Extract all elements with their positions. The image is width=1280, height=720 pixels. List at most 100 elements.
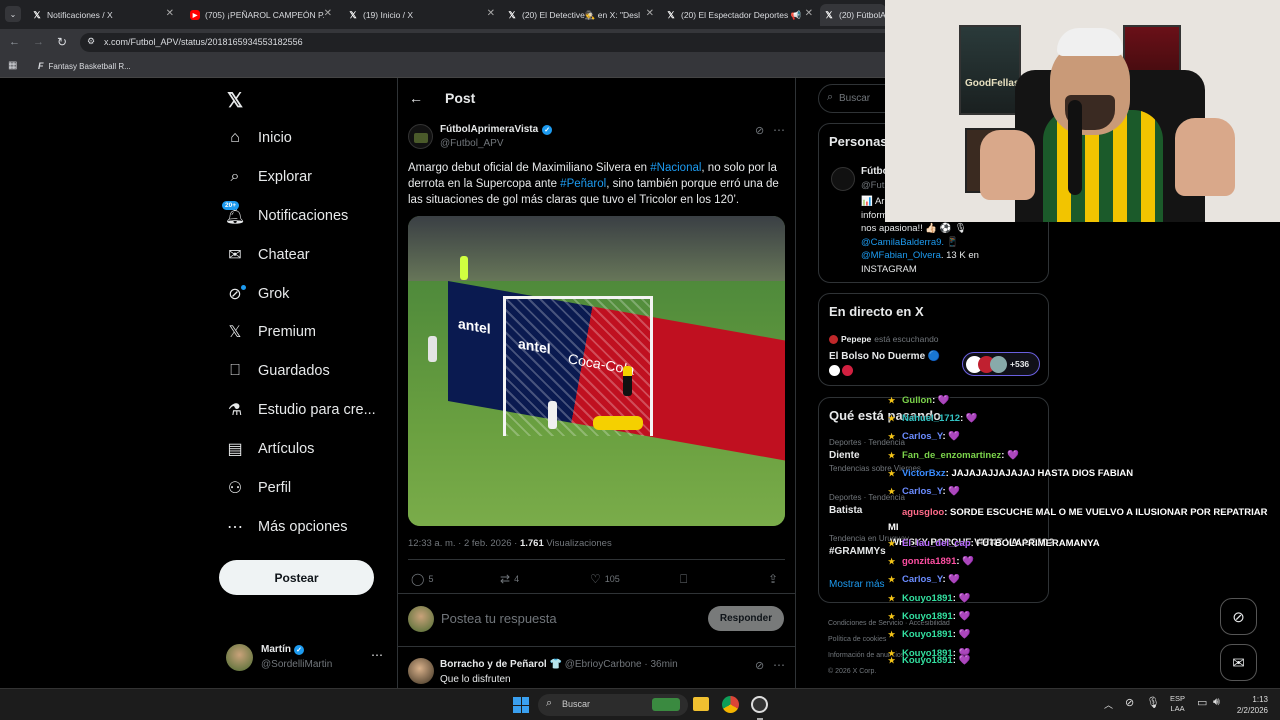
clock[interactable]: 1:13 2/2/2026 [1230, 694, 1268, 716]
fantasy-logo-icon: F [38, 61, 44, 71]
start-button[interactable] [513, 697, 529, 713]
nav-label: Grok [258, 286, 290, 302]
repost-button[interactable]: ⇄ 4 [500, 572, 519, 586]
verified-icon: ✓ [542, 124, 553, 135]
bookmark-item[interactable]: F Fantasy Basketball R... [38, 61, 131, 71]
hashtag-link[interactable]: #Nacional [650, 162, 701, 174]
post-button[interactable]: Postear [219, 560, 374, 595]
browser-tab[interactable]: 𝕏 (20) El Detective🕵 en X: "Desl ✕ [503, 4, 658, 26]
post-video[interactable]: antel antel Coca-Cola [408, 216, 785, 526]
browser-tab[interactable]: 𝕏 Notificaciones / X ✕ [28, 4, 178, 26]
browser-tab[interactable]: 𝕏 (20) El Espectador Deportes 📢 ✕ [662, 4, 817, 26]
more-icon[interactable]: ⋯ [773, 658, 785, 672]
live-host[interactable]: Pepepe está escuchando [829, 334, 939, 344]
volume-icon[interactable]: 🔊︎ [1213, 696, 1220, 709]
close-icon[interactable]: ✕ [487, 8, 495, 19]
x-logo-icon: 𝕏 [825, 9, 833, 20]
nav-label: Explorar [258, 169, 312, 185]
chevron-up-icon[interactable]: ︿ [1104, 698, 1113, 711]
nav-item-inicio[interactable]: ⌂ Inicio [226, 127, 292, 149]
reply-author[interactable]: Borracho y de Peñarol 👕 [440, 659, 562, 670]
display-icon[interactable]: ▭ [1197, 696, 1207, 709]
hashtag-link[interactable]: #Peñarol [560, 178, 606, 190]
nav-item-grok[interactable]: ⊘ Grok [226, 283, 289, 305]
reply-button[interactable]: ◯ 5 [411, 572, 433, 586]
grok-button[interactable]: ⊘ [1220, 598, 1257, 635]
chrome-icon[interactable] [722, 696, 739, 713]
avatar[interactable] [831, 167, 855, 191]
author-avatar[interactable] [408, 124, 433, 149]
browser-tab-active[interactable]: 𝕏 (20) FútbolA [820, 4, 886, 26]
nav-item-articulos[interactable]: ▤ Artículos [226, 438, 314, 460]
avatar [226, 644, 253, 671]
nav-item-premium[interactable]: 𝕏 Premium [226, 321, 316, 343]
reply-submit-button[interactable]: Responder [708, 606, 784, 631]
x-logo-icon[interactable]: 𝕏 [227, 88, 243, 113]
x-logo-icon: 𝕏 [349, 9, 357, 20]
reply-avatar[interactable] [408, 658, 434, 684]
tab-title: (20) El Detective🕵 en X: "Desl [522, 9, 641, 20]
browser-tab[interactable]: ▶ (705) ¡PEÑAROL CAMPEÓN P... ✕ [186, 4, 336, 26]
close-icon[interactable]: ✕ [645, 8, 654, 19]
space-listeners[interactable]: +536 [962, 352, 1040, 376]
reload-icon[interactable]: ↻ [57, 35, 67, 49]
nav-item-chatear[interactable]: ✉ Chatear [226, 244, 309, 266]
author-handle[interactable]: @Futbol_APV [440, 138, 504, 149]
share-button[interactable]: ⇪ [768, 572, 778, 586]
nav-item-notificaciones[interactable]: 🔔︎ 20+ Notificaciones [222, 201, 348, 227]
taskbar-search[interactable]: ⌕ Buscar [538, 694, 688, 716]
repost-icon: ⇄ [500, 572, 511, 586]
account-switcher[interactable]: Martín ✓ @SordelliMartin ⋯ [226, 644, 386, 674]
obs-icon[interactable] [751, 696, 768, 713]
forward-icon[interactable]: → [33, 36, 44, 48]
mic-icon[interactable]: 🎙︎ [1146, 696, 1160, 709]
tab-title: (20) FútbolA [839, 10, 886, 20]
reply-handle[interactable]: @EbrioyCarbone [565, 659, 642, 670]
language-indicator[interactable]: ESP LAA [1170, 694, 1185, 714]
grok-icon[interactable]: ⊘ [755, 659, 764, 672]
close-icon[interactable]: ✕ [323, 8, 332, 19]
show-more-link[interactable]: Mostrar más [829, 579, 885, 590]
nav-item-estudio[interactable]: ⚗ Estudio para cre... [226, 399, 376, 421]
nav-item-mas-opciones[interactable]: ⋯ Más opciones [226, 516, 347, 538]
trends-card: Qué está pasando Deportes · Tendencia Di… [818, 397, 1049, 603]
space-title[interactable]: El Bolso No Duerme 🔵 [829, 351, 940, 362]
bookmark-button[interactable]: ⎕ [680, 572, 687, 587]
reply-text: Que lo disfruten [440, 674, 511, 685]
more-icon[interactable]: ⋯ [371, 648, 383, 662]
file-explorer-icon[interactable] [693, 697, 709, 711]
x-logo-icon: 𝕏 [33, 9, 41, 20]
browser-tab[interactable]: 𝕏 (19) Inicio / X ✕ [344, 4, 499, 26]
card-title: Personas [829, 134, 888, 149]
close-icon[interactable]: ✕ [804, 8, 813, 19]
reply-header: Borracho y de Peñarol 👕 @EbrioyCarbone ·… [440, 659, 678, 670]
more-icon[interactable]: ⋯ [773, 123, 785, 137]
nav-label: Estudio para cre... [258, 402, 376, 418]
network-icon[interactable]: ⊘ [1125, 696, 1134, 709]
messages-button[interactable]: ✉ [1220, 644, 1257, 681]
nav-item-explorar[interactable]: ⌕ Explorar [226, 166, 312, 188]
apps-icon[interactable]: ▦ [8, 60, 17, 71]
grok-icon[interactable]: ⊘ [755, 124, 764, 137]
site-info-icon[interactable]: ⚙ [87, 36, 95, 47]
card-title: En directo en X [829, 304, 924, 319]
chat-message: ★ Gullon: 💜 [888, 395, 950, 406]
tab-title: (20) El Espectador Deportes 📢 [681, 9, 802, 20]
author-name[interactable]: FútbolAprimeraVista [440, 124, 538, 135]
url-input[interactable]: ⚙ x.com/Futbol_APV/status/20181659345531… [80, 33, 900, 52]
back-icon[interactable]: ← [409, 90, 423, 106]
search-icon: ⌕ [827, 91, 834, 103]
close-icon[interactable]: ✕ [166, 8, 174, 19]
nav-item-perfil[interactable]: ⚇ Perfil [226, 477, 291, 499]
x-icon: 𝕏 [228, 324, 242, 341]
post-meta: 12:33 a. m. · 2 feb. 2026 · 1.761 Visual… [408, 538, 612, 549]
tab-list-button[interactable]: ⌄ [5, 6, 21, 22]
verified-icon: ✓ [294, 644, 304, 655]
view-count: 1.761 [519, 538, 544, 549]
nav-item-guardados[interactable]: ⎕ Guardados [226, 360, 330, 382]
reply-input[interactable]: Postea tu respuesta [441, 611, 557, 626]
nav-label: Perfil [258, 480, 292, 496]
like-button[interactable]: ♡ 105 [590, 572, 620, 586]
tab-title: Notificaciones / X [47, 10, 113, 20]
back-icon[interactable]: ← [9, 36, 20, 48]
